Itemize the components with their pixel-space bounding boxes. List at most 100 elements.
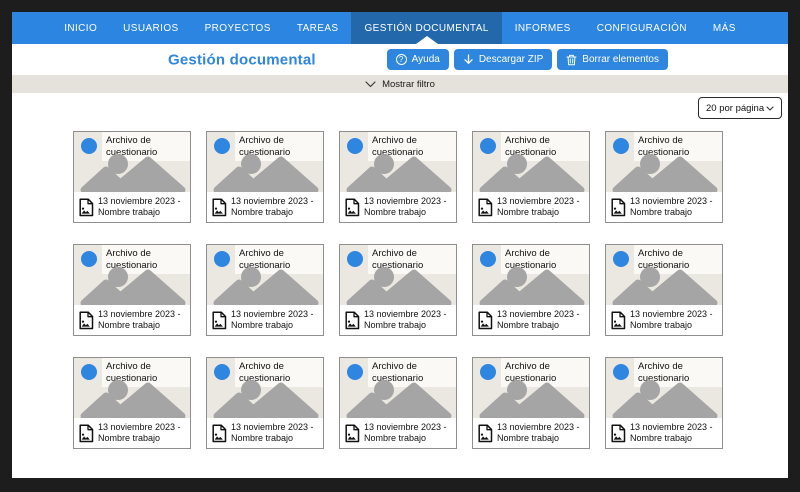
image-placeholder-icon [76, 266, 188, 307]
card-caption: 13 noviembre 2023 - Nombre trabajo [231, 421, 314, 443]
blue-circle-icon [81, 251, 97, 267]
download-zip-button[interactable]: Descargar ZIP [453, 49, 553, 70]
top-navbar: INICIO USUARIOS PROYECTOS TAREAS GESTIÓN… [12, 12, 788, 44]
card-caption: 13 noviembre 2023 - Nombre trabajo [630, 308, 713, 330]
card-caption: 13 noviembre 2023 - Nombre trabajo [497, 308, 580, 330]
document-card[interactable]: Archivo de cuestionario 13 noviembre 202… [206, 244, 324, 336]
nav-item-tareas[interactable]: TAREAS [284, 12, 352, 44]
document-card[interactable]: Archivo de cuestionario 13 noviembre 202… [339, 131, 457, 223]
file-image-icon [610, 423, 626, 443]
document-card[interactable]: Archivo de cuestionario 13 noviembre 202… [472, 244, 590, 336]
blue-circle-icon [613, 251, 629, 267]
file-image-icon [211, 310, 227, 330]
chevron-down-icon [365, 80, 376, 88]
image-placeholder-icon [608, 266, 720, 307]
image-placeholder-icon [608, 379, 720, 420]
document-card[interactable]: Archivo de cuestionario 13 noviembre 202… [339, 357, 457, 449]
file-image-icon [211, 197, 227, 217]
nav-item-informes[interactable]: INFORMES [502, 12, 584, 44]
document-card[interactable]: Archivo de cuestionario 13 noviembre 202… [73, 357, 191, 449]
blue-circle-icon [214, 364, 230, 380]
card-caption: 13 noviembre 2023 - Nombre trabajo [98, 421, 181, 443]
document-card[interactable]: Archivo de cuestionario 13 noviembre 202… [605, 244, 723, 336]
card-footer: 13 noviembre 2023 - Nombre trabajo [340, 305, 456, 335]
card-caption: 13 noviembre 2023 - Nombre trabajo [364, 421, 447, 443]
nav-item-inicio[interactable]: INICIO [51, 12, 110, 44]
file-image-icon [78, 197, 94, 217]
blue-circle-icon [347, 364, 363, 380]
show-filter-toggle[interactable]: Mostrar filtro [12, 75, 788, 93]
blue-circle-icon [81, 138, 97, 154]
image-placeholder-icon [209, 153, 321, 194]
document-card[interactable]: Archivo de cuestionario 13 noviembre 202… [73, 244, 191, 336]
card-caption: 13 noviembre 2023 - Nombre trabajo [630, 421, 713, 443]
nav-item-usuarios[interactable]: USUARIOS [110, 12, 191, 44]
blue-circle-icon [81, 364, 97, 380]
download-zip-button-label: Descargar ZIP [478, 54, 544, 65]
document-card[interactable]: Archivo de cuestionario 13 noviembre 202… [206, 357, 324, 449]
file-image-icon [78, 423, 94, 443]
card-grid: Archivo de cuestionario 13 noviembre 202… [73, 131, 723, 449]
image-placeholder-icon [76, 379, 188, 420]
per-page-select[interactable]: 20 por página [698, 97, 782, 119]
document-card[interactable]: Archivo de cuestionario 13 noviembre 202… [73, 131, 191, 223]
blue-circle-icon [480, 251, 496, 267]
file-image-icon [78, 310, 94, 330]
image-placeholder-icon [342, 153, 454, 194]
document-card[interactable]: Archivo de cuestionario 13 noviembre 202… [605, 357, 723, 449]
blue-circle-icon [214, 251, 230, 267]
card-footer: 13 noviembre 2023 - Nombre trabajo [606, 418, 722, 448]
card-footer: 13 noviembre 2023 - Nombre trabajo [74, 192, 190, 222]
card-caption: 13 noviembre 2023 - Nombre trabajo [630, 195, 713, 217]
nav-item-mas[interactable]: MÁS [700, 12, 749, 44]
card-footer: 13 noviembre 2023 - Nombre trabajo [606, 192, 722, 222]
image-placeholder-icon [76, 153, 188, 194]
document-card[interactable]: Archivo de cuestionario 13 noviembre 202… [605, 131, 723, 223]
image-placeholder-icon [475, 153, 587, 194]
card-caption: 13 noviembre 2023 - Nombre trabajo [98, 308, 181, 330]
card-footer: 13 noviembre 2023 - Nombre trabajo [74, 305, 190, 335]
blue-circle-icon [214, 138, 230, 154]
file-image-icon [610, 197, 626, 217]
document-card[interactable]: Archivo de cuestionario 13 noviembre 202… [472, 357, 590, 449]
document-card[interactable]: Archivo de cuestionario 13 noviembre 202… [206, 131, 324, 223]
header-actions: Ayuda Descargar ZIP Borrar elementos [386, 49, 668, 70]
blue-circle-icon [480, 364, 496, 380]
page-header: Gestión documental Ayuda Descargar ZIP B… [12, 44, 788, 75]
file-image-icon [344, 310, 360, 330]
per-page-selected-value: 20 por página [706, 102, 765, 114]
trash-icon [566, 54, 577, 66]
card-caption: 13 noviembre 2023 - Nombre trabajo [231, 195, 314, 217]
card-footer: 13 noviembre 2023 - Nombre trabajo [473, 192, 589, 222]
image-placeholder-icon [209, 266, 321, 307]
image-placeholder-icon [342, 379, 454, 420]
blue-circle-icon [347, 138, 363, 154]
nav-item-label: GESTIÓN DOCUMENTAL [364, 22, 489, 34]
card-footer: 13 noviembre 2023 - Nombre trabajo [207, 418, 323, 448]
file-image-icon [610, 310, 626, 330]
nav-item-configuracion[interactable]: CONFIGURACIÓN [584, 12, 700, 44]
image-placeholder-icon [608, 153, 720, 194]
blue-circle-icon [347, 251, 363, 267]
card-caption: 13 noviembre 2023 - Nombre trabajo [98, 195, 181, 217]
card-footer: 13 noviembre 2023 - Nombre trabajo [473, 418, 589, 448]
card-caption: 13 noviembre 2023 - Nombre trabajo [231, 308, 314, 330]
card-caption: 13 noviembre 2023 - Nombre trabajo [364, 195, 447, 217]
show-filter-label: Mostrar filtro [382, 78, 435, 90]
download-arrow-icon [463, 53, 474, 66]
help-button[interactable]: Ayuda [386, 49, 449, 70]
image-placeholder-icon [209, 379, 321, 420]
nav-item-proyectos[interactable]: PROYECTOS [192, 12, 284, 44]
card-footer: 13 noviembre 2023 - Nombre trabajo [606, 305, 722, 335]
file-image-icon [344, 197, 360, 217]
card-caption: 13 noviembre 2023 - Nombre trabajo [497, 195, 580, 217]
help-circle-icon [395, 54, 407, 65]
card-footer: 13 noviembre 2023 - Nombre trabajo [74, 418, 190, 448]
image-placeholder-icon [475, 379, 587, 420]
blue-circle-icon [613, 138, 629, 154]
document-card[interactable]: Archivo de cuestionario 13 noviembre 202… [472, 131, 590, 223]
help-button-label: Ayuda [411, 54, 440, 65]
document-card[interactable]: Archivo de cuestionario 13 noviembre 202… [339, 244, 457, 336]
nav-item-gestion-documental[interactable]: GESTIÓN DOCUMENTAL [351, 12, 502, 44]
delete-items-button[interactable]: Borrar elementos [557, 49, 668, 70]
